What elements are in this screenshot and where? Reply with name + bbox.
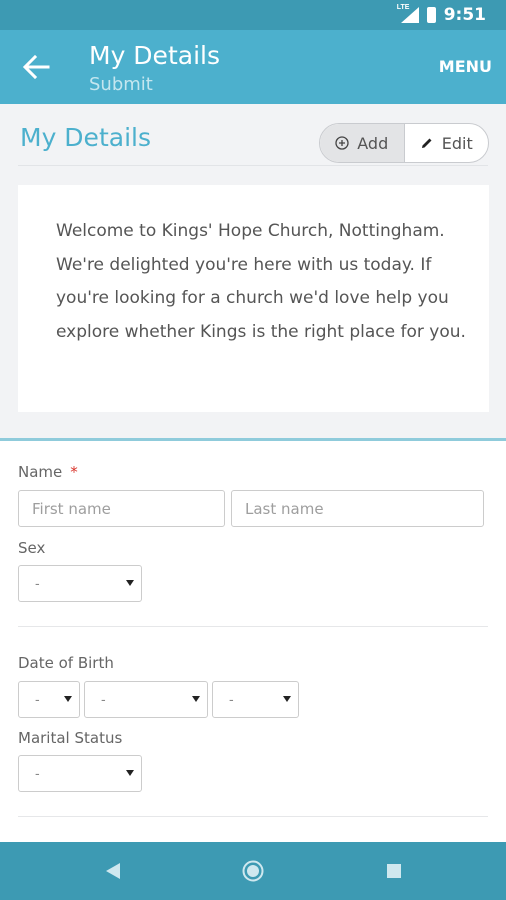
dob-day-value: - (35, 691, 40, 707)
pencil-icon (421, 138, 432, 148)
add-label: Add (357, 133, 389, 153)
status-time: 9:51 (443, 5, 486, 25)
battery-icon (426, 7, 436, 23)
dropdown-arrow-icon (126, 580, 134, 586)
title-divider (18, 165, 488, 166)
add-circle-icon (335, 136, 349, 150)
header-title: My Details (89, 41, 220, 70)
header-subtitle: Submit (89, 74, 153, 95)
name-label-text: Name (18, 463, 63, 481)
marital-status-label: Marital Status (18, 729, 123, 747)
dob-month-select[interactable]: - (84, 681, 208, 718)
edit-label: Edit (441, 133, 473, 153)
required-marker: * (70, 463, 78, 481)
add-edit-toggle: Add Edit (319, 123, 489, 163)
section-divider (18, 816, 488, 817)
sex-select-value: - (35, 575, 40, 591)
dob-label: Date of Birth (18, 654, 114, 672)
page-title: My Details (20, 123, 151, 152)
dropdown-arrow-icon (126, 770, 134, 776)
dob-month-value: - (101, 691, 106, 707)
status-bar: LTE 9:51 (0, 0, 506, 30)
first-name-input[interactable] (18, 490, 225, 527)
sex-label: Sex (18, 539, 46, 557)
marital-status-value: - (35, 765, 40, 781)
system-nav-bar (0, 842, 506, 900)
back-arrow-icon[interactable] (22, 54, 50, 80)
add-button[interactable]: Add (320, 124, 405, 162)
dropdown-arrow-icon (192, 696, 200, 702)
app-header: My Details Submit MENU (0, 30, 506, 104)
nav-back-icon[interactable] (84, 842, 144, 900)
name-label: Name * (18, 463, 78, 481)
section-divider (18, 626, 488, 627)
signal-lte-icon: LTE (397, 4, 419, 23)
menu-button[interactable]: MENU (439, 57, 492, 76)
marital-status-select[interactable]: - (18, 755, 142, 792)
dob-year-value: - (229, 691, 234, 707)
edit-button[interactable]: Edit (405, 124, 489, 162)
nav-recents-icon[interactable] (364, 842, 424, 900)
welcome-card: Welcome to Kings' Hope Church, Nottingha… (18, 185, 489, 412)
dob-day-select[interactable]: - (18, 681, 80, 718)
sex-select[interactable]: - (18, 565, 142, 602)
last-name-input[interactable] (231, 490, 484, 527)
details-form: Name * Sex - Date of Birth - - - Marital … (0, 438, 506, 842)
dropdown-arrow-icon (283, 696, 291, 702)
dob-year-select[interactable]: - (212, 681, 299, 718)
dropdown-arrow-icon (64, 696, 72, 702)
nav-home-icon[interactable] (223, 842, 283, 900)
welcome-text: Welcome to Kings' Hope Church, Nottingha… (56, 221, 466, 342)
